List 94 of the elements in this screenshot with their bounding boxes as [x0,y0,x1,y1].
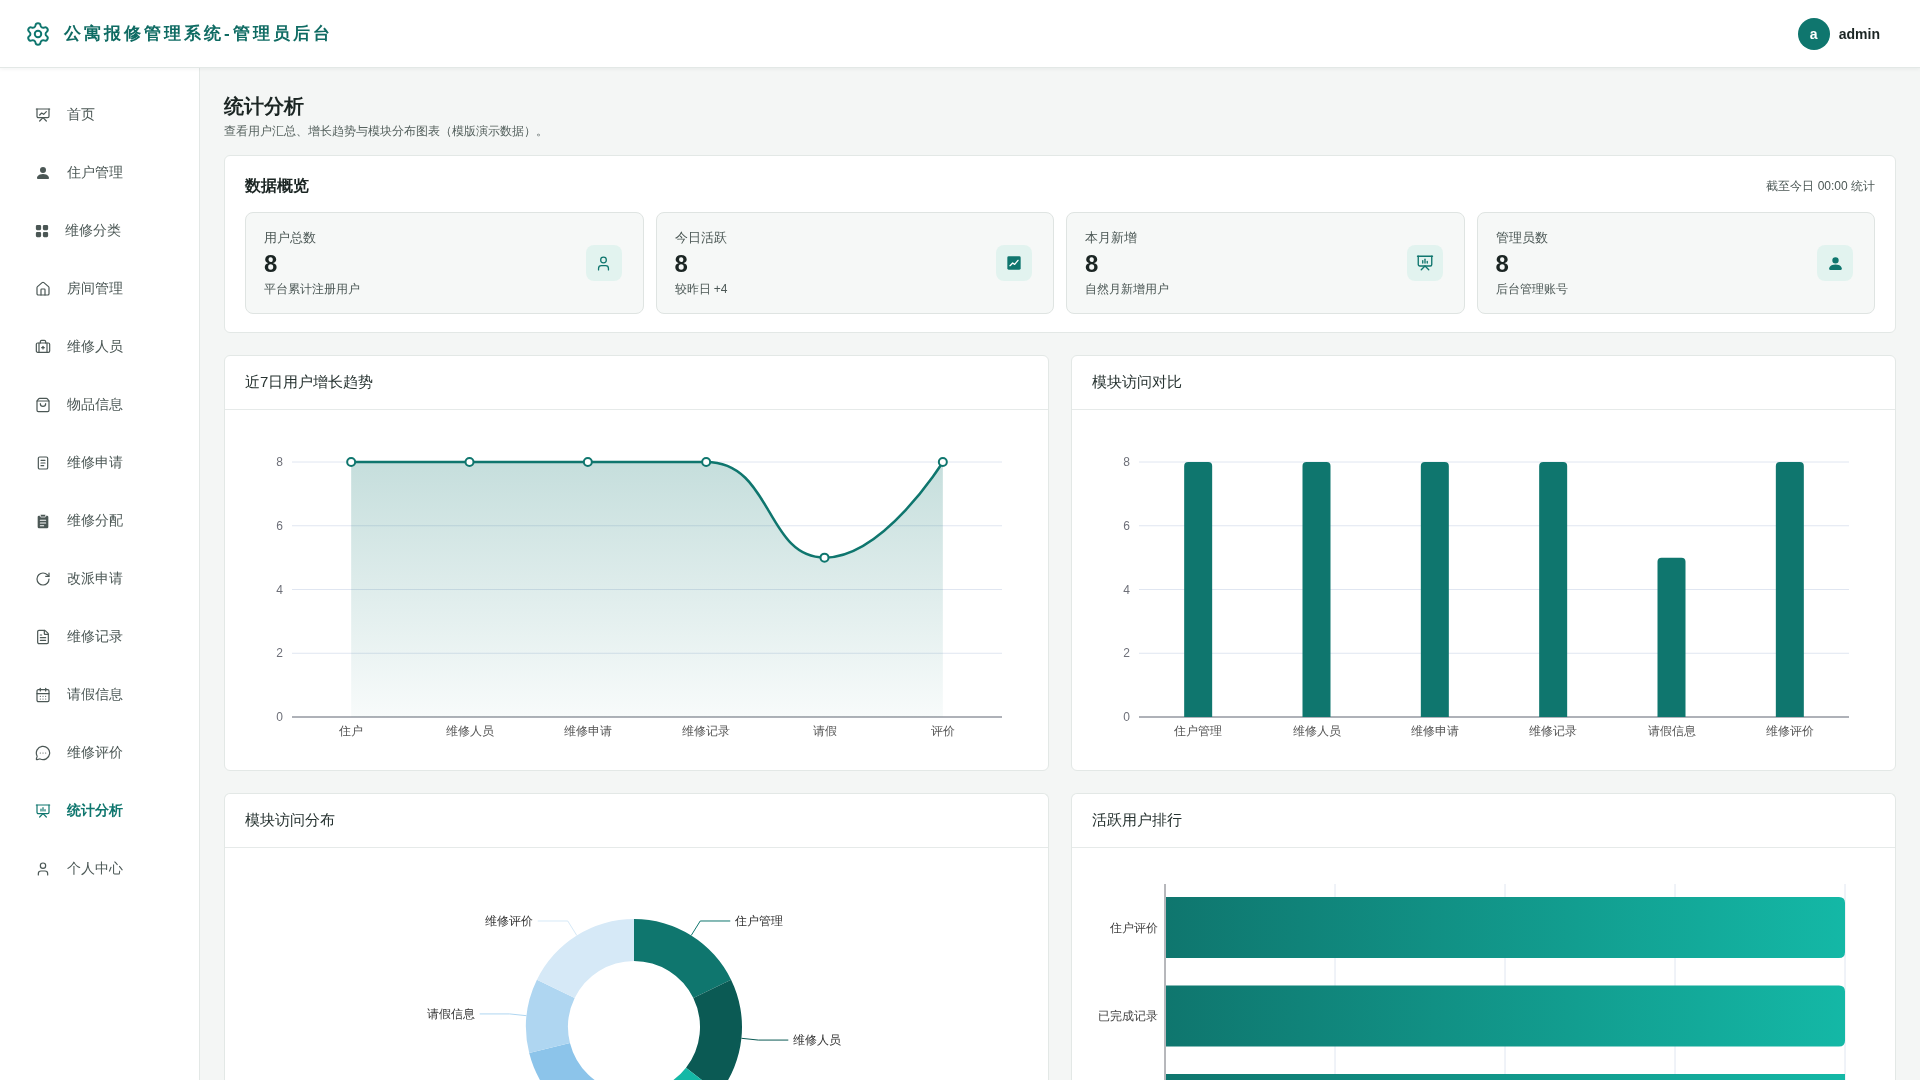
chart-board-icon [35,107,51,123]
axis-label: 2 [1123,646,1130,661]
house-icon [35,281,51,297]
card-title: 模块访问对比 [1092,373,1182,392]
axis-label: 2 [276,646,283,661]
leader-line [690,920,731,936]
axis-label: 请假 [812,724,837,738]
nav-item[interactable]: 统计分析 [0,789,199,833]
stat-value: 8 [1495,250,1510,278]
refresh-icon [35,571,51,587]
axis-label: 4 [1123,582,1130,597]
bar-label: 住户评价 [1110,920,1158,935]
stat-value: 8 [1085,250,1100,278]
stat-caption: 后台管理账号 [1495,281,1568,297]
axis-label: 8 [1123,455,1130,470]
nav-item[interactable]: 住户管理 [0,151,199,195]
axis-label: 维修申请 [1410,724,1459,738]
axis-label: 0 [1123,710,1130,725]
clipboard-icon [35,513,51,529]
slice-label: 维修人员 [793,1033,842,1048]
nav-item[interactable]: 改派申请 [0,557,199,601]
stat-label: 今日活跃 [674,229,728,247]
shopping-bag-icon [35,397,51,413]
nav-item[interactable]: 维修分类 [0,209,199,253]
slice-label: 请假信息 [426,1007,475,1022]
card-title: 活跃用户排行 [1092,811,1182,830]
grid-icon [35,224,49,238]
nav-item[interactable]: 维修人员 [0,325,199,369]
card-title: 近7日用户增长趋势 [245,373,374,392]
nav-item[interactable]: 维修分配 [0,499,199,543]
axis-label: 8 [276,455,283,470]
nav-item[interactable]: 首页 [0,93,199,137]
axis-label: 维修人员 [445,724,494,738]
chart-board-icon [1406,245,1443,281]
card-title: 模块访问分布 [245,811,335,830]
axis-label: 维修评价 [1765,724,1814,738]
leader-line [479,1013,528,1017]
axis-label: 4 [276,582,283,597]
data-point [346,457,357,467]
file-text-icon [35,629,51,645]
user-icon [585,245,622,281]
username: admin [1838,25,1880,42]
axis-label: 6 [1123,518,1130,533]
nav-item[interactable]: 维修记录 [0,615,199,659]
data-point [937,457,948,467]
axis-label: 0 [276,710,283,725]
axis-label: 维修申请 [563,724,612,738]
data-point [464,457,475,467]
nav-item[interactable]: 维修评价 [0,731,199,775]
app-title: 公寓报修管理系统-管理员后台 [64,23,333,45]
nav-item[interactable]: 请假信息 [0,673,199,717]
stat-value: 8 [264,250,279,278]
axis-label: 住户 [339,724,364,738]
avatar[interactable]: a [1797,17,1830,50]
axis-label: 维修记录 [1529,724,1578,738]
bar-label: 已完成记录 [1098,1009,1158,1024]
stat-label: 管理员数 [1495,229,1549,247]
leader-line [740,1037,789,1041]
stat-caption: 自然月新增用户 [1085,281,1169,297]
stat-value: 8 [674,250,689,278]
section-title: 数据概览 [245,175,309,196]
stat-caption: 平台累计注册用户 [264,281,360,297]
nav-item[interactable]: 维修申请 [0,441,199,485]
update-note: 截至今日 00:00 统计 [1766,177,1875,195]
medical-kit-icon [35,339,51,355]
data-point [582,457,593,467]
chat-bubble-icon [35,745,51,761]
calendar-icon [35,687,51,703]
chart-icon [996,245,1032,281]
axis-label: 请假信息 [1647,724,1696,738]
slice-label: 维修评价 [484,914,533,929]
stat-label: 本月新增 [1085,229,1138,247]
axis-label: 6 [276,518,283,533]
gear-icon [25,20,51,47]
nav-item[interactable]: 房间管理 [0,267,199,311]
axis-label: 维修记录 [682,724,731,738]
document-icon [35,455,51,471]
data-point [819,552,830,563]
axis-label: 评价 [930,724,955,738]
stat-label: 用户总数 [264,229,317,247]
chart-board-icon [35,803,51,819]
nav-item[interactable]: 个人中心 [0,847,199,891]
page-subtitle: 查看用户汇总、增长趋势与模块分布图表（模版演示数据）。 [224,123,549,140]
user-icon [35,165,51,181]
nav-item[interactable]: 物品信息 [0,383,199,427]
leader-line [537,920,578,936]
user-icon [1817,245,1853,281]
slice-label: 住户管理 [735,914,784,929]
page-title: 统计分析 [224,94,305,119]
stat-caption: 较昨日 +4 [674,281,728,297]
data-point [701,457,712,467]
axis-label: 维修人员 [1292,724,1341,738]
user-icon [35,861,51,877]
axis-label: 住户管理 [1174,724,1223,738]
